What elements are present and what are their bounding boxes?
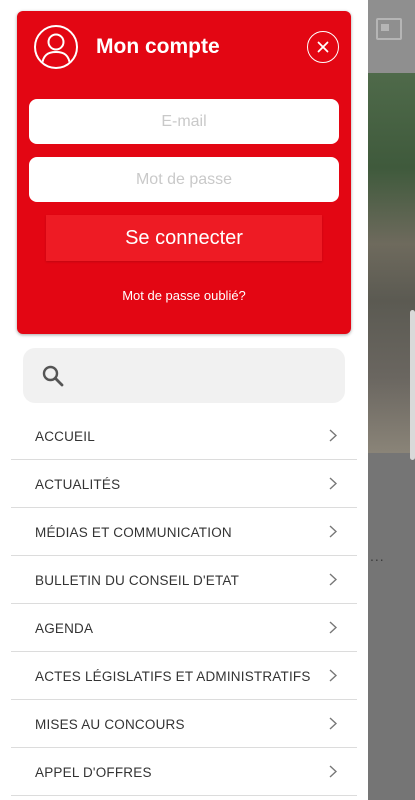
chevron-right-icon (329, 477, 337, 490)
chevron-right-icon (329, 525, 337, 538)
account-title: Mon compte (96, 35, 220, 58)
background-ellipsis: ... (370, 548, 385, 564)
chevron-right-icon (329, 765, 337, 778)
menu-item-appel-offres[interactable]: APPEL D'OFFRES (11, 748, 357, 796)
menu-item-actualites[interactable]: ACTUALITÉS (11, 460, 357, 508)
chevron-right-icon (329, 573, 337, 586)
user-icon (34, 25, 78, 69)
menu-list: ACCUEIL ACTUALITÉS MÉDIAS ET COMMUNICATI… (11, 412, 357, 796)
chevron-right-icon (329, 621, 337, 634)
menu-item-label: APPEL D'OFFRES (35, 765, 152, 780)
menu-item-label: ACCUEIL (35, 429, 95, 444)
navigation-drawer: Mon compte Se connecter Mot de passe oub… (0, 0, 368, 800)
menu-item-label: BULLETIN DU CONSEIL D'ETAT (35, 573, 240, 588)
menu-item-actes[interactable]: ACTES LÉGISLATIFS ET ADMINISTRATIFS (11, 652, 357, 700)
close-icon (317, 41, 329, 53)
menu-item-accueil[interactable]: ACCUEIL (11, 412, 357, 460)
chevron-right-icon (329, 429, 337, 442)
menu-item-bulletin[interactable]: BULLETIN DU CONSEIL D'ETAT (11, 556, 357, 604)
menu-item-agenda[interactable]: AGENDA (11, 604, 357, 652)
forgot-password-link[interactable]: Mot de passe oublié? (17, 288, 351, 303)
close-button[interactable] (307, 31, 339, 63)
login-button[interactable]: Se connecter (46, 215, 322, 261)
email-field[interactable] (29, 99, 339, 144)
menu-item-label: MÉDIAS ET COMMUNICATION (35, 525, 232, 540)
account-panel: Mon compte Se connecter Mot de passe oub… (17, 11, 351, 334)
menu-item-label: ACTES LÉGISLATIFS ET ADMINISTRATIFS (35, 669, 311, 684)
background-header (368, 0, 415, 73)
search-input[interactable] (23, 348, 345, 403)
menu-item-label: MISES AU CONCOURS (35, 717, 185, 732)
background-scrollbar (410, 310, 415, 460)
background-photo (368, 73, 415, 453)
news-icon (376, 18, 402, 40)
menu-item-concours[interactable]: MISES AU CONCOURS (11, 700, 357, 748)
password-field[interactable] (29, 157, 339, 202)
background-content: ... (368, 0, 415, 800)
chevron-right-icon (329, 717, 337, 730)
search-icon (41, 364, 65, 393)
chevron-right-icon (329, 669, 337, 682)
menu-item-label: AGENDA (35, 621, 94, 636)
menu-item-label: ACTUALITÉS (35, 477, 121, 492)
menu-item-medias[interactable]: MÉDIAS ET COMMUNICATION (11, 508, 357, 556)
background-panel (368, 453, 415, 800)
